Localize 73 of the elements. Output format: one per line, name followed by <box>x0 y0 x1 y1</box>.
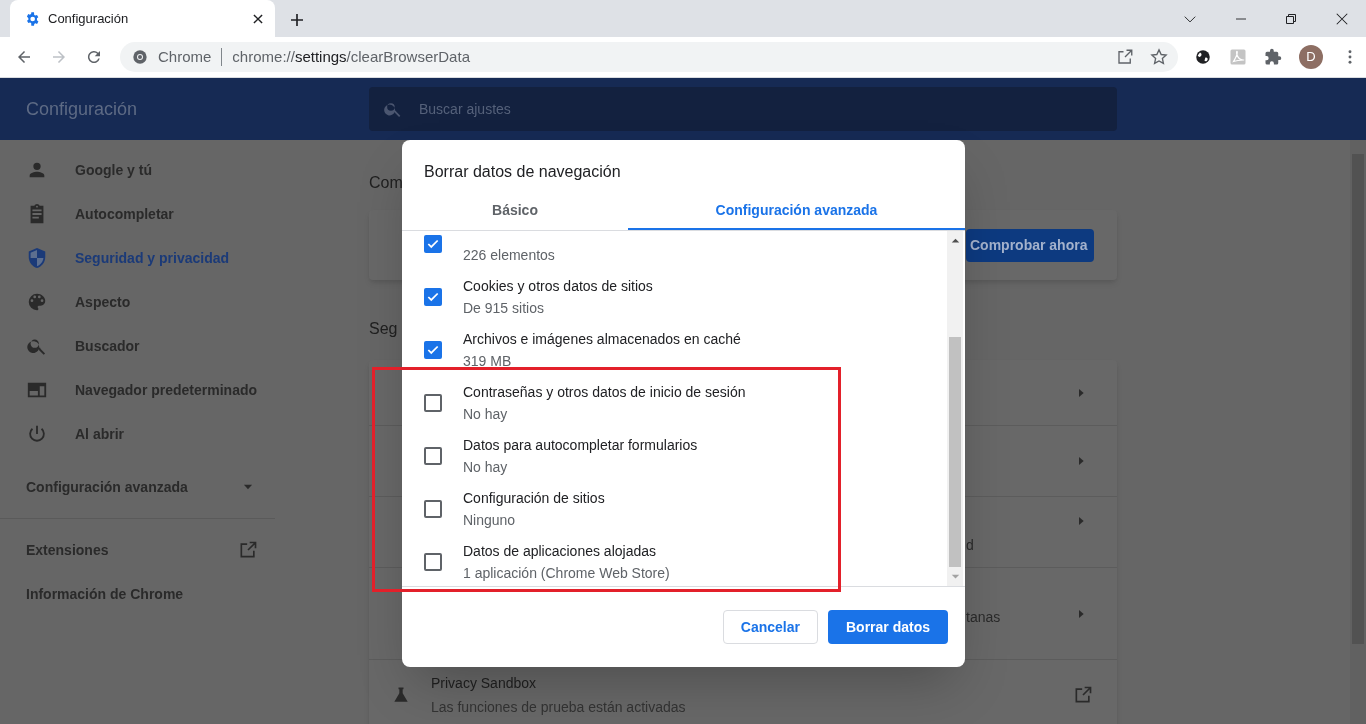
option-title: Datos para autocompletar formularios <box>463 435 698 454</box>
sidebar-link[interactable]: Información de Chrome <box>0 572 275 616</box>
row-title: Privacy Sandbox <box>431 673 538 693</box>
checkbox[interactable] <box>424 499 442 518</box>
search-input[interactable]: Buscar ajustes <box>419 98 1019 120</box>
option-title: Cookies y otros datos de sitios <box>463 276 653 295</box>
clear-data-button[interactable]: Borrar datos <box>827 610 948 644</box>
sidebar-item[interactable]: Google y tú <box>0 148 275 192</box>
settings-icon <box>24 10 40 27</box>
checkbox[interactable] <box>424 340 442 359</box>
dialog-tab[interactable]: Básico <box>402 192 628 230</box>
globe-icon <box>1194 48 1212 66</box>
option-detail: No hay <box>463 457 509 476</box>
power-icon <box>26 423 48 445</box>
close-icon <box>251 11 265 26</box>
flask-icon <box>391 685 411 705</box>
checkbox[interactable] <box>424 393 442 412</box>
browser-tab[interactable]: Configuración <box>10 0 275 37</box>
option-title: Datos de aplicaciones alojadas <box>463 541 657 560</box>
scroll-up-icon <box>950 236 960 245</box>
new-tab-icon <box>289 12 305 28</box>
checkbox[interactable] <box>424 287 442 306</box>
restore-icon <box>1285 12 1297 25</box>
option-detail: 226 elementos <box>463 245 555 264</box>
sidebar-item[interactable]: Buscador <box>0 324 275 368</box>
sidebar-item[interactable]: Seguridad y privacidad <box>0 236 275 280</box>
sidebar-item[interactable]: Aspecto <box>0 280 275 324</box>
shield-icon <box>26 247 48 269</box>
sidebar-item[interactable]: Autocompletar <box>0 192 275 236</box>
checkbox[interactable] <box>424 234 442 253</box>
checkbox[interactable] <box>424 446 442 465</box>
sidebar-item[interactable]: Navegador predeterminado <box>0 368 275 412</box>
row-text: d <box>966 536 974 555</box>
dialog-title: Borrar datos de navegación <box>423 162 622 182</box>
palette-icon <box>26 291 48 313</box>
scroll-down-icon <box>950 572 960 581</box>
site-label: Chrome <box>158 46 212 67</box>
checkbox[interactable] <box>424 552 442 571</box>
section-heading: Com <box>369 174 403 191</box>
option-detail: No hay <box>463 404 509 423</box>
page-title: Configuración <box>26 98 138 119</box>
share-icon <box>1116 48 1134 66</box>
option-detail: 1 aplicación (Chrome Web Store) <box>463 563 670 582</box>
search-field[interactable]: Buscar ajustes <box>369 87 1117 131</box>
option-title: Configuración de sitios <box>463 488 605 507</box>
pdf-icon <box>1229 48 1247 66</box>
page-scrollbar[interactable] <box>1350 140 1366 724</box>
option-detail: 319 MB <box>463 351 513 370</box>
sidebar-link[interactable]: Extensiones <box>0 528 275 572</box>
option-detail: Ninguno <box>463 510 517 529</box>
scrollbar[interactable] <box>947 231 963 586</box>
external-link-icon <box>1073 685 1093 705</box>
address-bar[interactable]: Chrome chrome://settings/clearBrowserData <box>120 42 1178 72</box>
external-link-icon <box>238 540 258 560</box>
close-icon <box>1335 11 1349 26</box>
advanced-settings-toggle[interactable]: Configuración avanzada <box>0 465 275 509</box>
row-text: tanas <box>966 608 1001 627</box>
option-detail: De 915 sitios <box>463 298 545 317</box>
chrome-icon <box>132 49 148 65</box>
profile-avatar[interactable]: D <box>1299 45 1323 69</box>
check-now-button[interactable]: Comprobar ahora <box>966 228 1094 262</box>
dialog-tab[interactable]: Configuración avanzada <box>628 192 965 230</box>
reload-icon <box>85 48 103 66</box>
sidebar-item[interactable]: Al abrir <box>0 412 275 456</box>
forward-arrow-icon <box>50 48 68 66</box>
option-title: Contraseñas y otros datos de inicio de sesión <box>463 382 746 401</box>
star-icon <box>1150 48 1168 66</box>
option-title: Archivos e imágenes almacenados en caché <box>463 329 741 348</box>
cancel-button[interactable]: Cancelar <box>722 610 818 644</box>
tab-title: Configuración <box>48 9 129 28</box>
url-text: chrome://settings/clearBrowserData <box>232 46 470 67</box>
puzzle-icon <box>1264 48 1282 66</box>
section-heading: Seg <box>369 320 398 337</box>
